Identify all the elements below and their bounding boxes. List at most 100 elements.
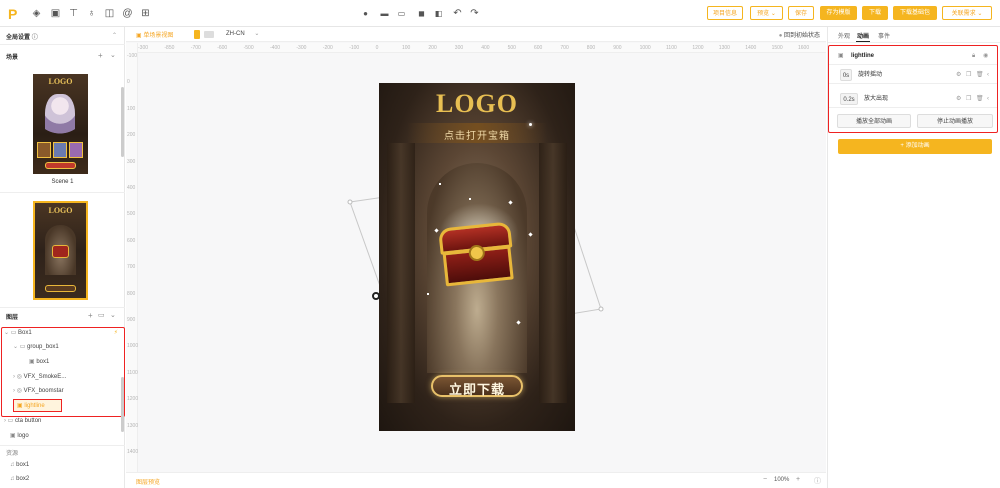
grid-icon[interactable]: ⊞ [140,8,151,19]
ruler-tick-label: 1400 [127,449,139,455]
tab-events[interactable]: 事件 [878,31,890,40]
ruler-left: -100 0 100 200 300 400 500 600 700 800 900 1000 1100… [126,43,138,473]
play-all-button[interactable]: 播放全部动画 [837,114,911,128]
layer-preview-link[interactable]: 图层预览 [136,477,160,486]
divider [0,307,125,308]
scrollbar[interactable] [121,377,124,432]
at-icon[interactable]: @ [122,8,133,19]
add-layer-icon[interactable]: + [88,311,93,320]
related-label: 关联需求 [951,11,976,17]
pillar-left [387,143,415,403]
send-back-icon[interactable]: ◧ [433,8,444,19]
chevron-down-icon[interactable]: ⌄ [110,51,116,59]
delay-pill[interactable]: 0.2s [840,93,858,105]
bring-front-icon[interactable]: ◼ [416,8,427,19]
delete-icon[interactable]: 🗑︎ [976,67,984,84]
chevron-down-icon: ⌄ [770,11,776,17]
redo-icon[interactable]: ↷ [469,8,480,19]
view-icon: ▣ [136,33,142,39]
text-icon[interactable]: ⊤ [68,8,79,19]
add-animation-button[interactable]: + 添加动画 [838,139,992,154]
image-icon[interactable]: ▣ [50,8,61,19]
eye-icon[interactable]: ◉ [983,48,988,65]
add-scene-icon[interactable]: + [98,51,103,60]
chevron-right-icon: › [4,418,6,424]
ruler-tick-label: 600 [534,45,543,51]
app-logo[interactable]: P [8,6,17,22]
help-icon[interactable]: ⓘ [814,476,821,486]
preview-button[interactable]: 预览 ⌄ [750,6,783,20]
subtitle-text: 点击打开宝箱 [444,131,510,142]
thumb-cta [45,162,76,169]
related-button[interactable]: 关联需求 ⌄ [942,6,992,20]
scenes-title: 场景 [6,55,19,61]
animation-name: 放大出现 [864,96,889,102]
chevron-down-icon: ⌄ [977,11,983,17]
download-button[interactable]: 下载 [862,6,888,20]
chevron-left-icon[interactable]: ‹ [987,91,989,108]
pillar-right [539,143,567,403]
scrollbar[interactable] [121,87,124,157]
chevron-left-icon[interactable]: ‹ [987,67,989,84]
zoom-out-button[interactable]: − [763,476,767,483]
animation-row-1[interactable]: 0s 旋转摇动 ⚙ ❐ 🗑︎ ‹ [829,67,997,84]
ruler-tick-label: 1400 [745,45,757,51]
rotate-handle[interactable] [372,292,380,300]
save-button[interactable]: 保存 [788,6,814,20]
ruler-tick-label: 1000 [127,343,139,350]
scene-thumbnail-1[interactable]: LOGO [33,74,88,174]
tab-animation[interactable]: 动画 [857,31,869,40]
delay-pill[interactable]: 0s [840,69,852,81]
layers-icon[interactable]: ◈ [31,8,42,19]
delete-icon[interactable]: 🗑︎ [976,91,984,108]
folder-icon: ▭ [7,418,14,424]
logo-text: LOGO [435,89,518,118]
global-settings-title[interactable]: 全局设置 ⓘ [6,32,38,41]
asset-item-box1[interactable]: ♫ box1 [10,459,29,472]
ad-preview[interactable]: LOGO 点击打开宝箱 立即下载 [379,83,575,431]
settings-icon[interactable]: ⚙ [956,91,961,108]
right-panel: 外观 动画 事件 ▣ lightline 🔒︎ ◉ 0s 旋转摇动 ⚙ ❐ 🗑︎… [827,27,1000,488]
layer-item-logo[interactable]: ▣ logo [10,430,29,443]
color-swatch-gray[interactable] [204,31,214,38]
collapse-icon[interactable]: ⌃ [112,32,117,39]
lock-icon[interactable]: 🔒︎ [972,48,975,65]
ruler-tick-label: 1200 [692,45,704,51]
download-base-button[interactable]: 下载基础包 [893,6,937,20]
asset-label: box1 [16,462,30,468]
save-template-button[interactable]: 存为模版 [820,6,857,20]
shape-icon[interactable]: ♁ [86,8,97,19]
align-bottom-icon[interactable]: ▭ [396,8,407,19]
chevron-down-icon[interactable]: ⌄ [110,311,116,319]
tab-appearance[interactable]: 外观 [838,31,850,40]
animation-row-2[interactable]: 0.2s 放大出现 ⚙ ❐ 🗑︎ ‹ [829,91,997,108]
layer-label: logo [17,433,29,439]
folder-icon[interactable]: ▭ [98,311,105,319]
reset-icon: ● [778,33,783,39]
asset-item-box2[interactable]: ♫ box2 [10,473,29,486]
treasure-chest[interactable] [438,221,516,288]
return-initial-button[interactable]: ● 回到初始状态 [779,30,820,39]
color-swatch-accent[interactable] [194,30,200,39]
cta-button-art[interactable]: 立即下载 [431,375,523,397]
single-scene-toggle[interactable]: ▣ 单场景视图 [136,30,173,39]
scene-thumbnail-2[interactable]: LOGO [33,201,88,300]
project-info-button[interactable]: 项目信息 [707,6,743,20]
align-top-icon[interactable]: ▬ [379,8,390,19]
music-icon: ♫ [10,476,15,482]
ruler-tick-label: 100 [127,105,136,112]
zoom-in-button[interactable]: + [796,476,800,483]
thumb-cta [45,285,76,292]
settings-icon[interactable]: ⚙ [956,67,961,84]
fill-icon[interactable]: ● [360,8,371,19]
ruler-tick-label: -100 [349,45,360,51]
stop-all-button[interactable]: 停止动画播放 [917,114,993,128]
preview-label: 预览 [757,11,770,17]
video-icon[interactable]: ◫ [104,8,115,19]
language-select[interactable]: ZH-CN ⌄ [226,30,259,37]
copy-icon[interactable]: ❐ [966,91,971,108]
language-value: ZH-CN [226,31,245,37]
copy-icon[interactable]: ❐ [966,67,971,84]
undo-icon[interactable]: ↶ [452,8,463,19]
divider [0,44,125,45]
